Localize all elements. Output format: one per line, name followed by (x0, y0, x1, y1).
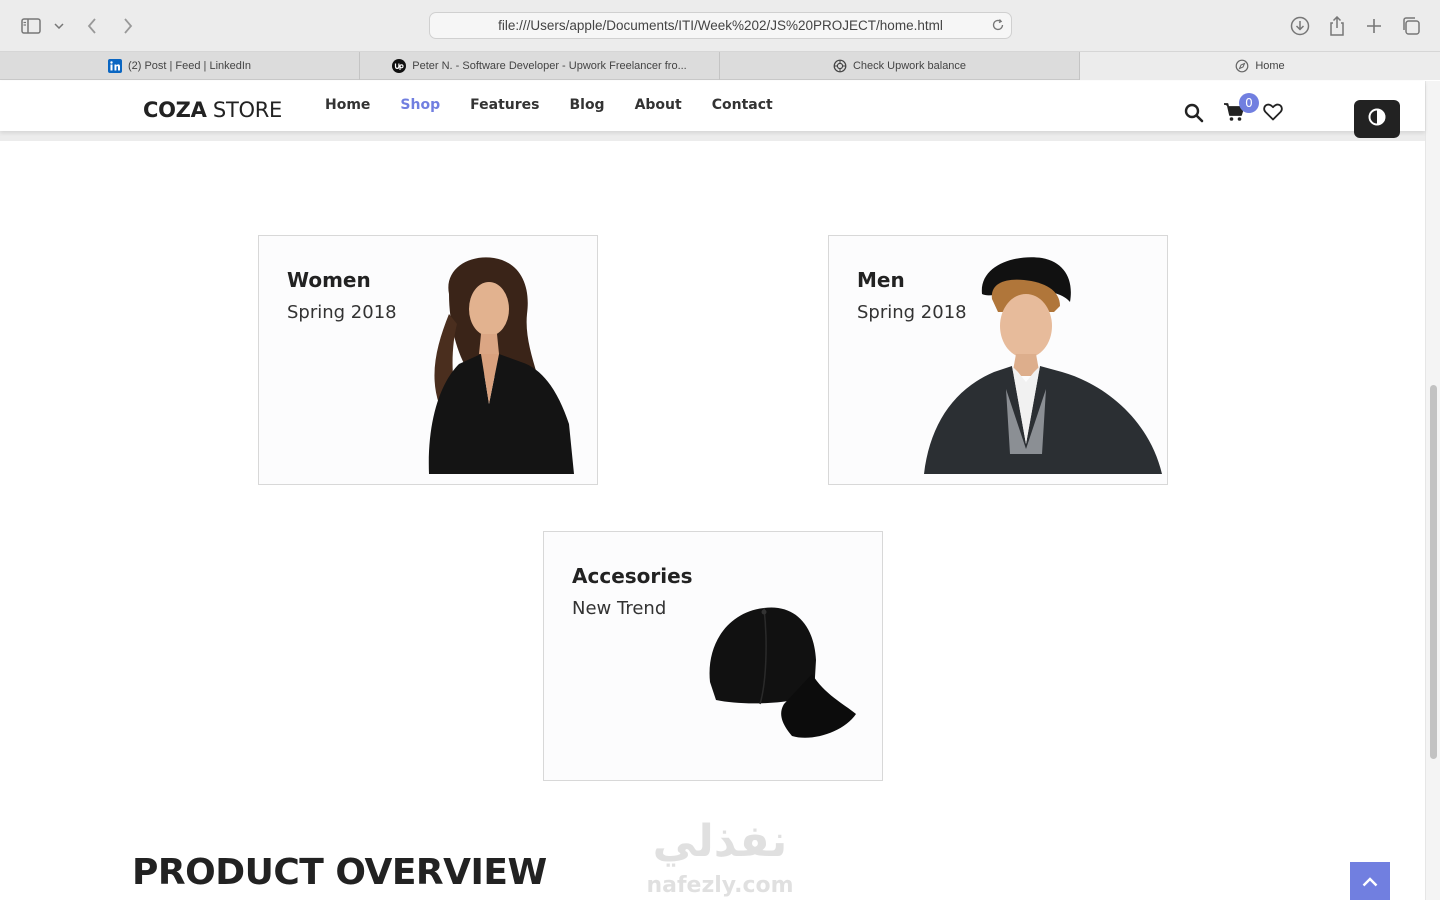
sidebar-icon[interactable] (19, 14, 43, 38)
search-icon[interactable] (1184, 103, 1204, 123)
man-model-image (924, 257, 1162, 474)
tab-home[interactable]: Home (1080, 52, 1440, 80)
scroll-top-button[interactable] (1350, 862, 1390, 900)
site-header: COZA STORE Home Shop Features Blog About… (0, 81, 1425, 138)
banner-title: Women (287, 268, 371, 292)
heart-icon[interactable] (1263, 103, 1283, 121)
tab-label: (2) Post | Feed | LinkedIn (127, 60, 252, 72)
nav-shop[interactable]: Shop (400, 97, 440, 113)
logo-light: STORE (206, 98, 282, 122)
scrollbar-thumb[interactable] (1430, 385, 1437, 759)
browser-tab-bar: (2) Post | Feed | LinkedIn Peter N. - So… (0, 52, 1440, 80)
download-icon[interactable] (1288, 14, 1312, 38)
url-text: file:///Users/apple/Documents/ITI/Week%2… (498, 18, 943, 33)
section-title: PRODUCT OVERVIEW (132, 852, 547, 893)
reload-icon[interactable] (991, 18, 1005, 32)
tab-linkedin[interactable]: (2) Post | Feed | LinkedIn (0, 52, 360, 80)
header-shadow-strip (0, 131, 1425, 141)
nav-features[interactable]: Features (470, 97, 539, 113)
watermark-arabic: نفذلي (653, 816, 788, 867)
tab-upwork-balance[interactable]: Check Upwork balance (720, 52, 1080, 80)
theme-toggle-button[interactable] (1354, 100, 1400, 138)
logo-bold: COZA (143, 98, 207, 122)
chevron-up-icon (1362, 872, 1378, 891)
chevron-down-icon[interactable] (50, 14, 68, 38)
nav-blog[interactable]: Blog (569, 97, 604, 113)
share-icon[interactable] (1325, 14, 1349, 38)
woman-model-image (428, 257, 574, 474)
banner-women[interactable]: Women Spring 2018 (258, 235, 598, 485)
logo[interactable]: COZA STORE (143, 98, 282, 122)
banner-accessories[interactable]: Accesories New Trend (543, 531, 883, 781)
browser-toolbar: file:///Users/apple/Documents/ITI/Week%2… (0, 0, 1440, 52)
nav-home[interactable]: Home (325, 97, 370, 113)
watermark: نفذلي nafezly.com (646, 816, 793, 898)
theme-toggle-icon (1368, 108, 1386, 130)
banner-men[interactable]: Men Spring 2018 (828, 235, 1168, 485)
cap-image (709, 607, 856, 738)
main-nav: Home Shop Features Blog About Contact (325, 97, 773, 113)
url-bar[interactable]: file:///Users/apple/Documents/ITI/Week%2… (429, 12, 1012, 39)
tab-label: Peter N. - Software Developer - Upwork F… (412, 60, 687, 72)
upwork-icon (392, 59, 407, 73)
watermark-url: nafezly.com (646, 873, 793, 898)
tab-overview-icon[interactable] (1399, 14, 1423, 38)
openai-icon (833, 59, 847, 73)
cart-count-badge: 0 (1239, 93, 1259, 113)
nav-contact[interactable]: Contact (712, 97, 773, 113)
page-scrollbar[interactable] (1425, 81, 1440, 900)
tab-label: Check Upwork balance (852, 60, 967, 72)
linkedin-icon (107, 59, 122, 73)
banner-subtitle: Spring 2018 (287, 302, 397, 323)
banner-title: Accesories (572, 564, 693, 588)
banner-subtitle: New Trend (572, 598, 667, 619)
new-tab-icon[interactable] (1362, 14, 1386, 38)
banner-title: Men (857, 268, 905, 292)
back-icon[interactable] (80, 14, 104, 38)
nav-about[interactable]: About (635, 97, 682, 113)
tab-label: Home (1255, 60, 1285, 72)
compass-icon (1235, 59, 1249, 73)
forward-icon[interactable] (116, 14, 140, 38)
tab-upwork-profile[interactable]: Peter N. - Software Developer - Upwork F… (360, 52, 720, 80)
